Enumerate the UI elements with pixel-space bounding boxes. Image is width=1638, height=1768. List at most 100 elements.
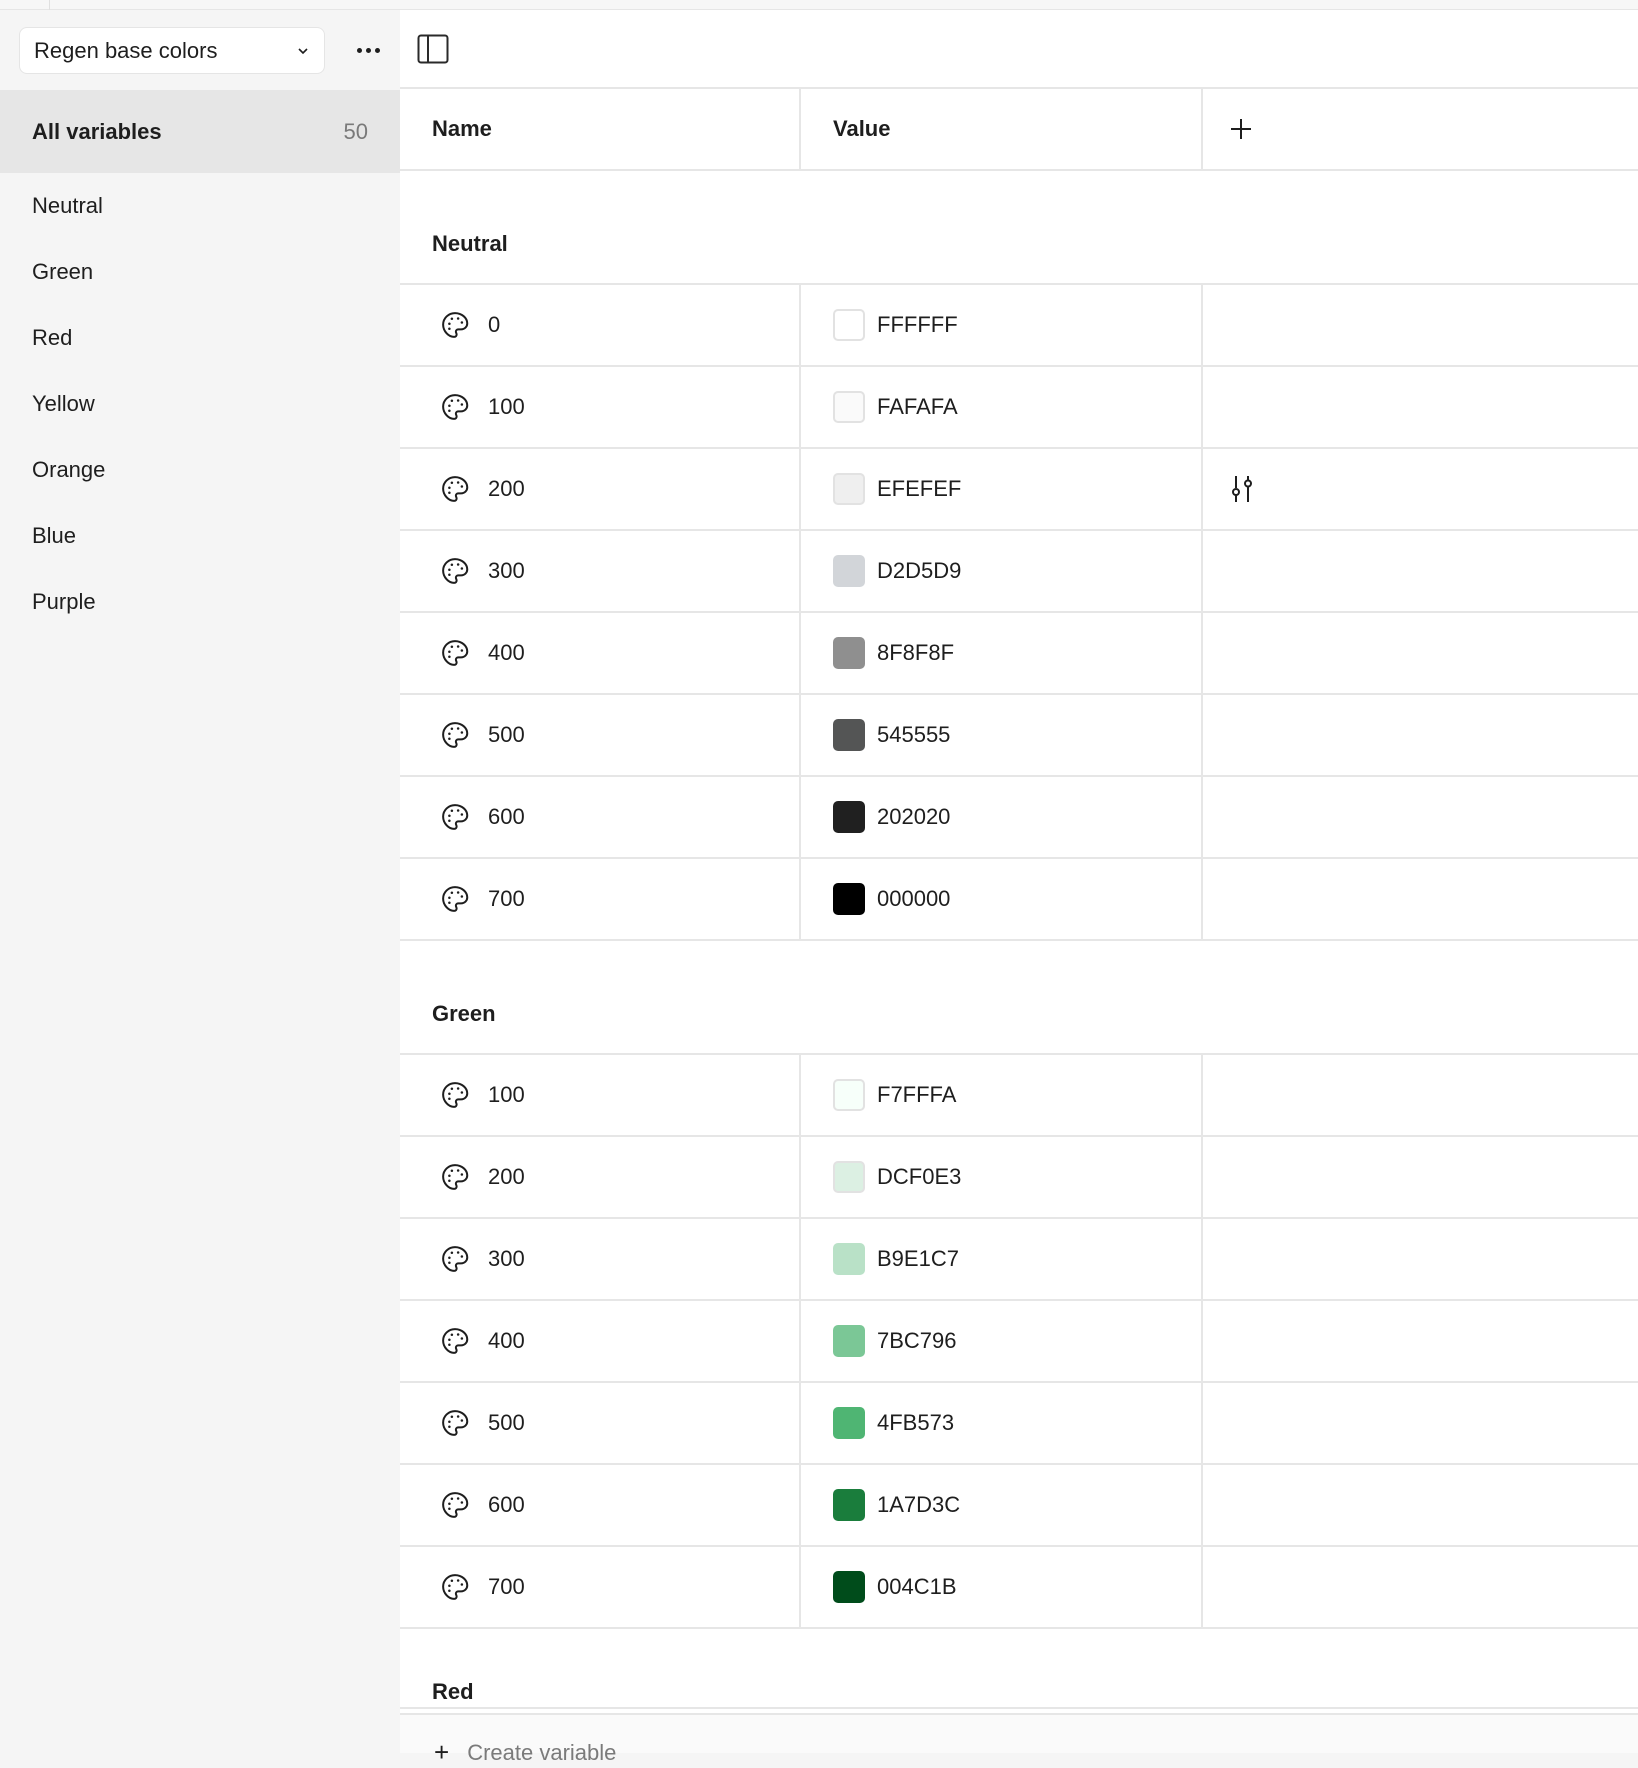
- color-swatch[interactable]: [833, 473, 865, 505]
- variable-row[interactable]: 400 8F8F8F: [400, 613, 1638, 695]
- variable-name-cell[interactable]: 700: [400, 859, 801, 939]
- variable-actions-cell: [1203, 285, 1638, 365]
- variable-value-cell[interactable]: 000000: [801, 859, 1203, 939]
- sidebar-item-all-variables[interactable]: All variables 50: [0, 90, 400, 173]
- color-variable-icon: [440, 1162, 470, 1192]
- variable-name-cell[interactable]: 100: [400, 1055, 801, 1135]
- window-top-strip: [0, 0, 1638, 10]
- create-variable-button[interactable]: + Create variable: [434, 1737, 616, 1768]
- color-swatch[interactable]: [833, 637, 865, 669]
- add-mode-button[interactable]: [1203, 89, 1638, 169]
- color-swatch[interactable]: [833, 1489, 865, 1521]
- variable-value-cell[interactable]: 4FB573: [801, 1383, 1203, 1463]
- tab-stub: [0, 0, 50, 10]
- variable-name-cell[interactable]: 500: [400, 695, 801, 775]
- color-swatch[interactable]: [833, 555, 865, 587]
- variable-row[interactable]: 600 202020: [400, 777, 1638, 859]
- variable-name: 0: [488, 312, 501, 337]
- plus-icon: [1231, 119, 1251, 139]
- color-variable-icon: [440, 474, 470, 504]
- sidebar-item-blue[interactable]: Blue: [0, 503, 400, 569]
- variable-name-cell[interactable]: 400: [400, 613, 801, 693]
- variable-value-cell[interactable]: 004C1B: [801, 1547, 1203, 1627]
- hex-value: EFEFEF: [877, 476, 962, 501]
- variable-value-cell[interactable]: FAFAFA: [801, 367, 1203, 447]
- variable-row[interactable]: 200 EFEFEF: [400, 449, 1638, 531]
- variable-name-cell[interactable]: 300: [400, 1219, 801, 1299]
- variable-name-cell[interactable]: 700: [400, 1547, 801, 1627]
- sidebar-item-yellow[interactable]: Yellow: [0, 371, 400, 437]
- chevron-down-icon: [296, 44, 310, 58]
- variable-row[interactable]: 100 F7FFFA: [400, 1055, 1638, 1137]
- color-swatch[interactable]: [833, 1571, 865, 1603]
- toggle-sidebar-button[interactable]: [416, 34, 450, 64]
- hex-value: 004C1B: [877, 1574, 957, 1599]
- column-header-name[interactable]: Name: [400, 89, 801, 169]
- variable-row[interactable]: 300 D2D5D9: [400, 531, 1638, 613]
- variable-value-cell[interactable]: 7BC796: [801, 1301, 1203, 1381]
- variable-name-cell[interactable]: 600: [400, 777, 801, 857]
- variable-actions-cell: [1203, 859, 1638, 939]
- column-header-value[interactable]: Value: [801, 89, 1203, 169]
- variable-actions-cell: [1203, 367, 1638, 447]
- variable-row[interactable]: 200 DCF0E3: [400, 1137, 1638, 1219]
- hex-value: 000000: [877, 886, 951, 911]
- color-swatch[interactable]: [833, 1407, 865, 1439]
- variable-row[interactable]: 0 FFFFFF: [400, 285, 1638, 367]
- collection-selector-label: Regen base colors: [34, 37, 218, 63]
- variable-name-cell[interactable]: 100: [400, 367, 801, 447]
- variable-value-cell[interactable]: D2D5D9: [801, 531, 1203, 611]
- edit-variable-button[interactable]: [1229, 474, 1255, 504]
- variable-value-cell[interactable]: EFEFEF: [801, 449, 1203, 529]
- color-swatch[interactable]: [833, 1325, 865, 1357]
- variable-value-cell[interactable]: 545555: [801, 695, 1203, 775]
- sidebar-item-green[interactable]: Green: [0, 239, 400, 305]
- color-swatch[interactable]: [833, 801, 865, 833]
- variable-value-cell[interactable]: 202020: [801, 777, 1203, 857]
- color-swatch[interactable]: [833, 1161, 865, 1193]
- variable-row[interactable]: 400 7BC796: [400, 1301, 1638, 1383]
- variable-name: 400: [488, 640, 525, 665]
- variable-name: 100: [488, 394, 525, 419]
- color-swatch[interactable]: [833, 883, 865, 915]
- variable-name-cell[interactable]: 600: [400, 1465, 801, 1545]
- sidebar-panel-icon: [417, 34, 449, 63]
- variable-name: 400: [488, 1328, 525, 1353]
- more-options-button[interactable]: [350, 37, 386, 63]
- variable-row[interactable]: 500 4FB573: [400, 1383, 1638, 1465]
- variable-row[interactable]: 100 FAFAFA: [400, 367, 1638, 449]
- variable-row[interactable]: 700 000000: [400, 859, 1638, 941]
- variable-value-cell[interactable]: B9E1C7: [801, 1219, 1203, 1299]
- color-swatch[interactable]: [833, 719, 865, 751]
- variable-actions-cell: [1203, 1219, 1638, 1299]
- variable-name-cell[interactable]: 0: [400, 285, 801, 365]
- color-variable-icon: [440, 1244, 470, 1274]
- color-swatch[interactable]: [833, 309, 865, 341]
- variable-actions-cell: [1203, 1137, 1638, 1217]
- more-dot-icon: [356, 47, 362, 53]
- variable-value-cell[interactable]: FFFFFF: [801, 285, 1203, 365]
- group-header: Red: [400, 1629, 1638, 1709]
- collection-selector[interactable]: Regen base colors: [19, 27, 325, 74]
- variable-row[interactable]: 500 545555: [400, 695, 1638, 777]
- variable-value-cell[interactable]: 1A7D3C: [801, 1465, 1203, 1545]
- variable-name-cell[interactable]: 200: [400, 1137, 801, 1217]
- color-swatch[interactable]: [833, 391, 865, 423]
- variable-row[interactable]: 600 1A7D3C: [400, 1465, 1638, 1547]
- sidebar-item-red[interactable]: Red: [0, 305, 400, 371]
- color-swatch[interactable]: [833, 1079, 865, 1111]
- sidebar-item-orange[interactable]: Orange: [0, 437, 400, 503]
- sidebar-item-neutral[interactable]: Neutral: [0, 173, 400, 239]
- variable-name-cell[interactable]: 400: [400, 1301, 801, 1381]
- variable-value-cell[interactable]: 8F8F8F: [801, 613, 1203, 693]
- variable-actions-cell: [1203, 695, 1638, 775]
- variable-row[interactable]: 700 004C1B: [400, 1547, 1638, 1629]
- variable-value-cell[interactable]: F7FFFA: [801, 1055, 1203, 1135]
- variable-row[interactable]: 300 B9E1C7: [400, 1219, 1638, 1301]
- variable-value-cell[interactable]: DCF0E3: [801, 1137, 1203, 1217]
- sidebar-item-purple[interactable]: Purple: [0, 569, 400, 635]
- variable-name-cell[interactable]: 200: [400, 449, 801, 529]
- variable-name-cell[interactable]: 500: [400, 1383, 801, 1463]
- color-swatch[interactable]: [833, 1243, 865, 1275]
- variable-name-cell[interactable]: 300: [400, 531, 801, 611]
